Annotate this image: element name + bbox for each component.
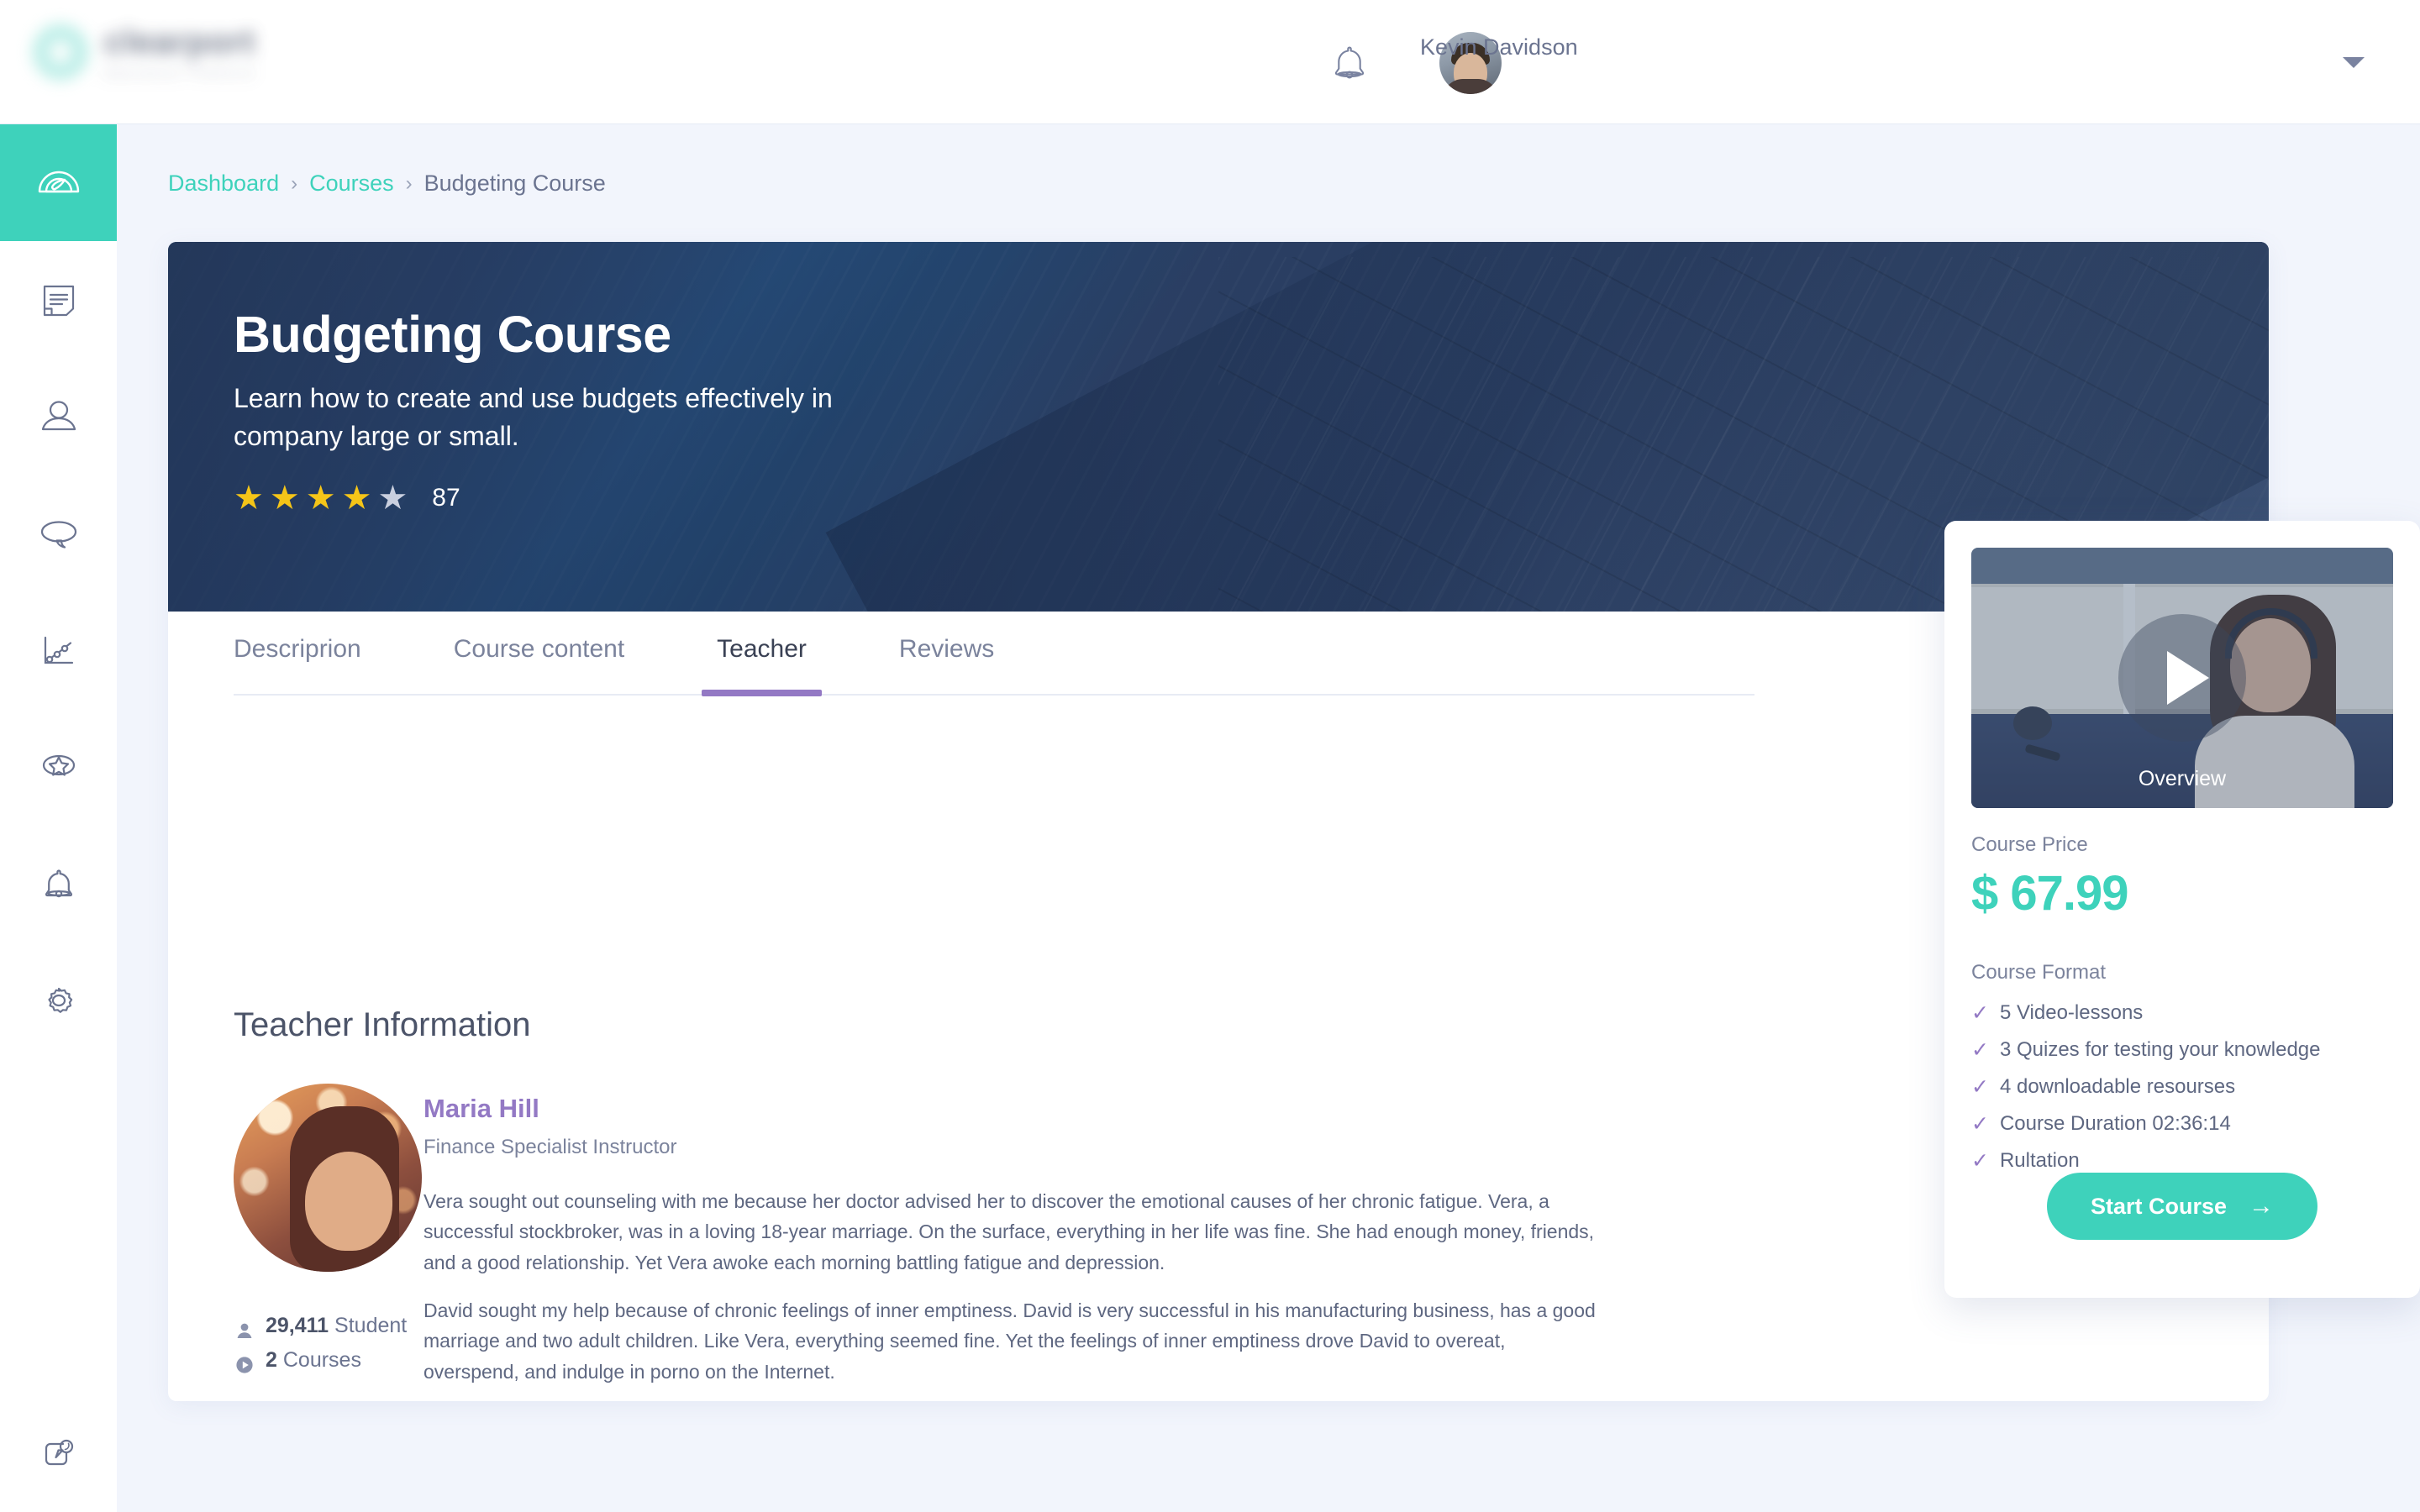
dashboard-gauge-icon (34, 158, 84, 208)
sidebar-item-inspect[interactable] (0, 1395, 117, 1512)
course-tabs: Descriprion Course content Teacher Revie… (234, 635, 1754, 696)
courses-value: 2 (266, 1347, 277, 1372)
list-item-label: 3 Quizes for testing your knowledge (1999, 1038, 2321, 1061)
tab-course-content[interactable]: Course content (454, 635, 624, 694)
students-count: 29,411 Student (266, 1309, 407, 1343)
list-item: ✓ Course Duration 02:36:14 (1971, 1112, 2321, 1136)
video-label: Overview (2138, 767, 2227, 790)
sidebar-item-settings[interactable] (0, 942, 117, 1058)
star-icon-empty: ★ (377, 479, 408, 517)
arrow-right-icon: → (2249, 1192, 2275, 1220)
teacher-bio-paragraph-2: David sought my help because of chronic … (424, 1299, 1596, 1383)
start-course-button[interactable]: Start Course → (2047, 1173, 2317, 1240)
tab-reviews[interactable]: Reviews (899, 635, 994, 694)
breadcrumb-item-dashboard[interactable]: Dashboard (168, 171, 279, 197)
app-logo[interactable]: clearport Education Platform (32, 24, 256, 81)
logo-mark-icon (32, 24, 89, 81)
list-item: ✓ 4 downloadable resourses (1971, 1075, 2321, 1099)
rating-count: 87 (432, 483, 460, 512)
check-icon: ✓ (1971, 1074, 1989, 1099)
students-value: 29,411 (266, 1314, 329, 1337)
sidebar-item-profile[interactable] (0, 358, 117, 475)
check-icon: ✓ (1971, 1037, 1989, 1062)
course-price-label: Course Price (1971, 833, 2088, 856)
teacher-name[interactable]: Maria Hill (424, 1094, 539, 1124)
avatar-body (1443, 79, 1498, 94)
check-icon: ✓ (1971, 1111, 1989, 1136)
breadcrumb-separator: › (291, 171, 298, 195)
chevron-down-icon[interactable] (2342, 57, 2365, 71)
course-format-label: Course Format (1971, 961, 2107, 984)
list-item-label: 4 downloadable resourses (1999, 1075, 2236, 1098)
courses-label: Courses (282, 1347, 361, 1372)
sidebar-item-analytics[interactable] (0, 591, 117, 708)
list-item: ✓ 5 Video-lessons (1971, 1001, 2321, 1025)
chat-bubble-icon (36, 511, 82, 556)
course-format-list: ✓ 5 Video-lessons ✓ 3 Quizes for testing… (1971, 1001, 2321, 1186)
start-course-label: Start Course (2090, 1193, 2228, 1219)
tab-description[interactable]: Descriprion (234, 635, 361, 694)
star-badge-icon (36, 744, 82, 790)
list-item-label: Course Duration 02:36:14 (1999, 1112, 2231, 1135)
check-icon: ✓ (1971, 1000, 1989, 1025)
breadcrumb-separator: › (405, 171, 413, 195)
star-icon-filled: ★ (269, 479, 300, 517)
top-header-bar: clearport Education Platform Kevin David… (0, 0, 2420, 124)
hero-content: Budgeting Course Learn how to create and… (234, 307, 839, 515)
sidebar-item-notifications[interactable] (0, 825, 117, 942)
document-icon (36, 277, 82, 323)
students-label: Student (334, 1314, 408, 1337)
analytics-chart-icon (36, 627, 82, 673)
breadcrumb: Dashboard › Courses › Budgeting Course (168, 171, 606, 197)
list-item-label: 5 Video-lessons (1999, 1001, 2144, 1024)
sidebar-item-achievements[interactable] (0, 708, 117, 825)
logo-name: clearport (104, 24, 256, 60)
pin-board-icon (36, 1431, 82, 1477)
left-sidebar-nav (0, 124, 117, 1512)
user-icon (36, 394, 82, 439)
course-overview-card: Overview Course Price $ 67.99 Course For… (1944, 521, 2420, 1298)
star-icon-filled: ★ (305, 479, 336, 517)
play-icon[interactable] (2118, 614, 2246, 742)
logo-text: clearport Education Platform (104, 24, 256, 81)
breadcrumb-item-courses[interactable]: Courses (309, 171, 394, 197)
list-item: ✓ 3 Quizes for testing your knowledge (1971, 1038, 2321, 1062)
sidebar-item-messages[interactable] (0, 475, 117, 591)
course-video-thumbnail[interactable]: Overview (1971, 548, 2393, 808)
avatar-face (305, 1151, 393, 1251)
course-rating: ★ ★ ★ ★ ★ 87 (234, 481, 839, 515)
teacher-stat-students: 29,411 Student (235, 1309, 407, 1343)
main-content-area: Dashboard › Courses › Budgeting Course B… (117, 124, 2420, 1512)
sidebar-item-dashboard[interactable] (0, 124, 117, 241)
logo-tagline: Education Platform (104, 66, 256, 81)
user-name-label: Kevin Davidson (1420, 34, 1578, 60)
teacher-role: Finance Specialist Instructor (424, 1136, 677, 1158)
list-item: ✓ Rultation (1971, 1149, 2321, 1173)
teacher-stat-courses: 2 Courses (235, 1343, 407, 1378)
teacher-bio-paragraph-1: Vera sought out counseling with me becau… (424, 1190, 1595, 1273)
tab-teacher[interactable]: Teacher (702, 635, 822, 696)
teacher-avatar (234, 1084, 422, 1272)
teacher-stats: 29,411 Student 2 Courses (235, 1309, 407, 1377)
section-title-teacher-information: Teacher Information (234, 1006, 531, 1043)
bell-icon[interactable] (1327, 40, 1372, 86)
page-title: Budgeting Course (234, 306, 671, 363)
gear-icon (36, 978, 82, 1023)
courses-count: 2 Courses (266, 1343, 361, 1378)
person-icon (235, 1316, 254, 1339)
star-icon-filled: ★ (234, 479, 264, 517)
check-icon: ✓ (1971, 1148, 1989, 1173)
play-circle-icon (235, 1351, 254, 1373)
bell-icon (36, 861, 82, 906)
list-item-label: Rultation (1999, 1149, 2080, 1172)
course-subtitle: Learn how to create and use budgets effe… (234, 383, 833, 452)
breadcrumb-item-current: Budgeting Course (424, 171, 606, 196)
course-price-value: $ 67.99 (1971, 866, 2129, 921)
star-icon-filled: ★ (341, 479, 372, 517)
sidebar-item-documents[interactable] (0, 241, 117, 358)
